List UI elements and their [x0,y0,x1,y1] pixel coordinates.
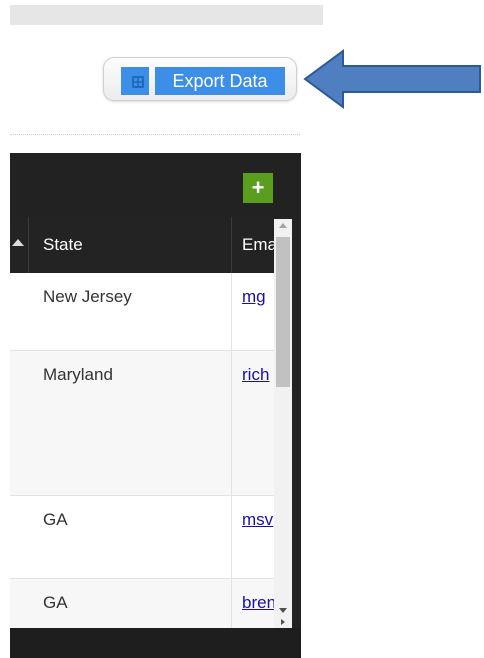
cell-state: GA [43,593,68,612]
column-separator [28,217,29,273]
export-data-button[interactable]: Export Data [103,57,297,101]
cell-state: Maryland [43,365,113,384]
cell-state: GA [43,510,68,529]
table-row[interactable]: GA bren [10,579,291,628]
grid-body: New Jersey mg Maryland rich GA msv GA br… [10,273,291,628]
table-row[interactable]: Maryland rich [10,351,291,496]
scroll-right-icon[interactable] [281,619,285,625]
data-grid: + State Ema New Jersey mg Maryland rich … [10,153,301,658]
column-header-state[interactable]: State [43,235,83,255]
spreadsheet-icon [121,67,149,95]
sort-asc-icon[interactable] [12,239,24,246]
vertical-scrollbar[interactable] [274,219,292,617]
divider [10,134,300,135]
horizontal-scrollbar[interactable] [274,617,292,628]
scroll-down-icon[interactable] [279,608,287,613]
table-row[interactable]: New Jersey mg [10,273,291,351]
left-arrow-icon [303,49,481,109]
scroll-up-icon[interactable] [279,223,287,228]
table-row[interactable]: GA msv [10,496,291,579]
export-data-label: Export Data [155,67,285,95]
column-separator [231,217,232,273]
add-row-button[interactable]: + [243,173,273,203]
top-bar [10,5,323,25]
grid-footer [10,628,301,658]
cell-state: New Jersey [43,287,132,306]
scrollbar-thumb[interactable] [276,237,290,387]
grid-toolbar: + [10,153,301,217]
grid-header: State Ema [10,217,291,273]
